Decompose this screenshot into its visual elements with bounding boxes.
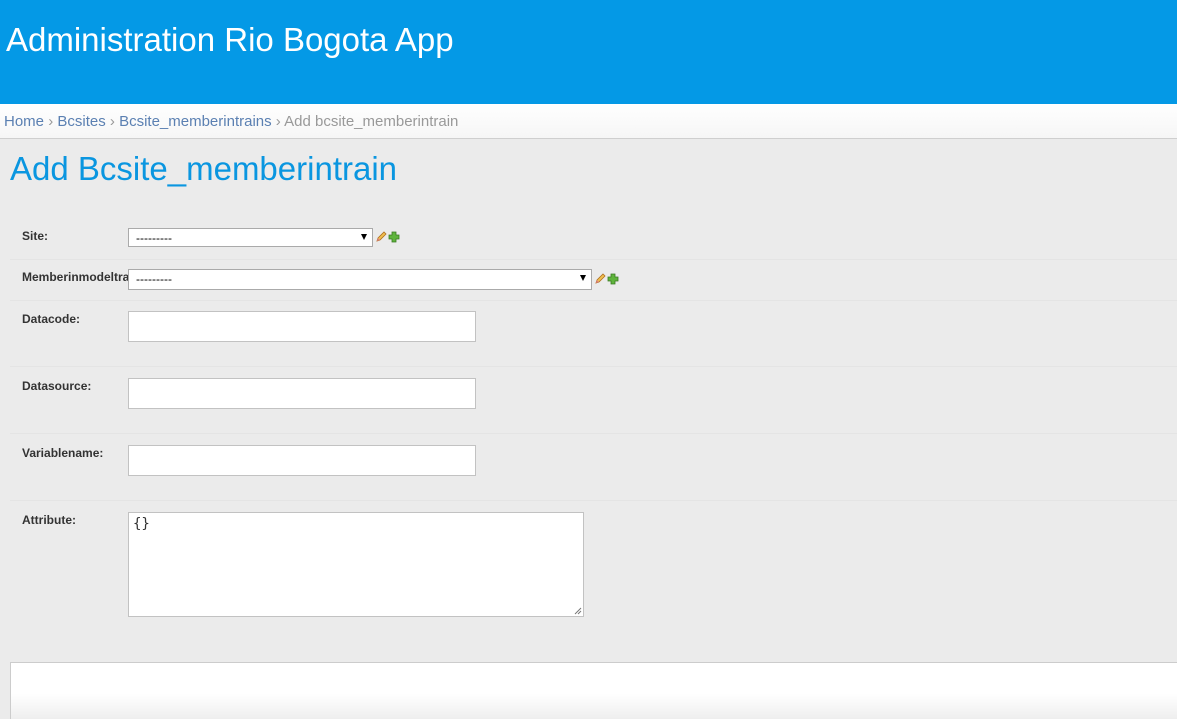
form-row-datacode: Datacode: (10, 301, 1177, 367)
breadcrumb-separator: › (48, 113, 58, 130)
form-row-variablename: Variablename: (10, 434, 1177, 501)
attribute-textarea[interactable]: {} (128, 512, 584, 617)
breadcrumb-bcsite-memberintrains-link[interactable]: Bcsite_memberintrains (119, 113, 272, 130)
plus-icon[interactable] (388, 231, 400, 243)
datacode-field[interactable] (128, 311, 476, 342)
breadcrumb-current: Add bcsite_memberintrain (284, 113, 459, 130)
page-title: Add Bcsite_memberintrain (10, 150, 398, 187)
form-row-datasource: Datasource: (10, 367, 1177, 434)
dropdown-arrow-icon (580, 275, 586, 281)
variablename-label: Variablename: (22, 446, 104, 460)
pencil-icon[interactable] (594, 273, 606, 285)
site-select-value: --------- (136, 231, 172, 245)
datasource-field[interactable] (128, 378, 476, 409)
breadcrumb-home-link[interactable]: Home (4, 113, 44, 130)
variablename-field[interactable] (128, 445, 476, 476)
memberinmodeltrain-select[interactable]: --------- (128, 269, 592, 290)
site-label: Site: (22, 229, 49, 243)
resize-handle-icon[interactable] (574, 607, 582, 615)
memberinmodeltrain-select-value: --------- (136, 272, 172, 286)
memberinmodeltrain-label: Memberinmodeltra (22, 270, 128, 284)
plus-icon[interactable] (607, 273, 619, 285)
submit-row (10, 662, 1177, 719)
site-title: Administration Rio Bogota App (6, 21, 454, 58)
breadcrumb: Home › Bcsites › Bcsite_memberintrains ›… (0, 104, 1177, 139)
dropdown-arrow-icon (361, 234, 367, 240)
breadcrumb-bcsites-link[interactable]: Bcsites (57, 113, 105, 130)
datacode-label: Datacode: (22, 312, 81, 326)
breadcrumb-separator: › (275, 113, 285, 130)
header: Administration Rio Bogota App (0, 0, 1177, 104)
form-row-site: Site: --------- (10, 219, 1177, 260)
attribute-label: Attribute: (22, 513, 76, 527)
form-row-attribute: Attribute: {} (10, 501, 1177, 631)
datasource-label: Datasource: (22, 379, 92, 393)
attribute-textarea-value: {} (133, 516, 150, 532)
form-row-memberinmodeltrain: Memberinmodeltra --------- (10, 260, 1177, 301)
breadcrumb-separator: › (109, 113, 120, 130)
site-select[interactable]: --------- (128, 228, 373, 247)
pencil-icon[interactable] (375, 231, 387, 243)
